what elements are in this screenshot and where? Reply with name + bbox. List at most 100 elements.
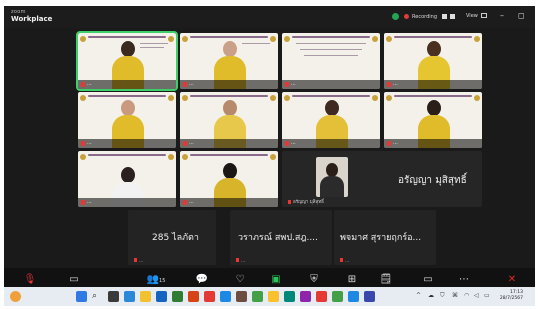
excel-icon[interactable] (172, 291, 183, 302)
line-icon[interactable] (332, 291, 343, 302)
word-icon[interactable] (156, 291, 167, 302)
participant-tile-featured[interactable]: อรัญญา มุสิสุทธิ์ อรัญญา มุสิสุทธิ์ (282, 151, 482, 207)
app-icon[interactable] (252, 291, 263, 302)
os-taskbar: ⌕ ^ ☁ ⛉ ⌘ ◠ ◁ ▭ 17:13 28/7/2567 (4, 287, 535, 306)
weather-icon[interactable] (10, 291, 21, 302)
windows-start-icon[interactable] (76, 291, 87, 302)
participant-name-bar: ... (78, 80, 176, 89)
video-tile[interactable]: ... (180, 33, 278, 89)
battery-icon[interactable]: ▭ (484, 292, 490, 299)
mic-muted-icon (81, 82, 85, 87)
speaker-icon[interactable]: ◁ (474, 292, 479, 299)
video-tile[interactable]: ... (78, 92, 176, 148)
system-clock[interactable]: 17:13 28/7/2567 (500, 290, 523, 302)
participant-name-bar: ... (180, 198, 278, 207)
video-tile[interactable]: ... (180, 92, 278, 148)
powerpoint-icon[interactable] (188, 291, 199, 302)
title-bar: zoom Workplace Recording View – ◻ (4, 6, 535, 28)
participant-name-bar: ... (282, 80, 380, 89)
app-icon[interactable] (316, 291, 327, 302)
mic-muted-icon: 🎙 (23, 274, 37, 285)
shield-icon: ⛨ (310, 274, 318, 285)
logo-icon (80, 95, 86, 101)
logo-icon (386, 36, 392, 42)
task-view-icon[interactable] (108, 291, 119, 302)
minimize-icon[interactable]: – (500, 11, 504, 20)
app-icon[interactable] (348, 291, 359, 302)
slide-line (296, 43, 366, 44)
mic-muted-icon (387, 141, 391, 146)
participant-tile[interactable]: 285 ไลภัตา ... (128, 210, 216, 265)
logo-icon (182, 36, 188, 42)
video-tile[interactable]: ... (384, 92, 482, 148)
network-icon[interactable]: ⌘ (452, 292, 458, 299)
participant-name-label: อรัญญา มุสิสุทธิ์ (288, 198, 324, 205)
video-tile[interactable]: ... (282, 33, 380, 89)
participant-name-label: ... (236, 257, 245, 263)
share-screen-icon: ▣ (271, 274, 281, 285)
participant-video-thumbnail (316, 157, 348, 197)
mic-muted-icon (285, 82, 289, 87)
participant-name: ... (87, 81, 92, 87)
logo-icon (168, 154, 174, 160)
edge-icon[interactable] (124, 291, 135, 302)
grid-view-icon[interactable] (481, 13, 487, 18)
mic-muted-icon (183, 141, 187, 146)
participant-tile[interactable]: พจมาศ สุรายฤกร์อ... ... (334, 210, 436, 265)
participant-tile[interactable]: วราภรณ์ สพป.สฎ.... ... (230, 210, 332, 265)
participant-name: ... (189, 81, 194, 87)
maximize-icon[interactable]: ◻ (518, 11, 525, 20)
logo-icon (270, 95, 276, 101)
view-button[interactable]: View (466, 13, 478, 19)
chrome-icon[interactable] (268, 291, 279, 302)
app-icon[interactable] (364, 291, 375, 302)
app-icon[interactable] (300, 291, 311, 302)
logo-icon (270, 154, 276, 160)
logo-icon (168, 36, 174, 42)
logo-icon (474, 95, 480, 101)
wifi-icon[interactable]: ◠ (464, 292, 469, 299)
shield-icon[interactable] (392, 13, 399, 20)
logo-icon (182, 154, 188, 160)
participant-display-name: อรัญญา มุสิสุทธิ์ (398, 175, 467, 186)
recording-label: Recording (412, 14, 438, 20)
video-tile[interactable]: ... (282, 92, 380, 148)
search-icon[interactable]: ⌕ (92, 291, 103, 302)
participant-display-name: 285 ไลภัตา (152, 233, 199, 243)
participant-name-bar: ... (180, 139, 278, 148)
app-icon[interactable] (284, 291, 295, 302)
participant-name: ... (87, 140, 92, 146)
cloud-icon[interactable]: ☁ (428, 292, 434, 299)
security-icon[interactable]: ⛉ (440, 292, 445, 300)
mic-muted-icon (81, 200, 85, 205)
slide-title (394, 95, 472, 97)
pause-recording-icon[interactable] (442, 14, 447, 19)
slide-title (88, 95, 166, 97)
recording-icon (404, 14, 409, 19)
logo-icon (270, 36, 276, 42)
participant-name-label: ... (134, 257, 143, 263)
zoom-icon[interactable] (220, 291, 231, 302)
whiteboard-icon: ▭ (423, 274, 433, 285)
participant-name-bar: ... (180, 80, 278, 89)
participant-name: ... (87, 199, 92, 205)
video-tile[interactable]: ... (78, 151, 176, 207)
chat-icon: 💬 (195, 274, 209, 285)
logo-icon (80, 154, 86, 160)
video-tile[interactable]: ... (384, 33, 482, 89)
video-tile[interactable]: ... (180, 151, 278, 207)
video-tile[interactable]: ... (76, 31, 178, 91)
app-icon[interactable] (204, 291, 215, 302)
slide-line (140, 43, 168, 44)
slide-line (300, 49, 362, 50)
stop-recording-icon[interactable] (450, 14, 455, 19)
slide-line (304, 55, 358, 56)
participant-name: ... (189, 199, 194, 205)
chevron-up-icon[interactable]: ^ (416, 292, 421, 299)
mic-muted-icon (285, 141, 289, 146)
participant-name-label: ... (340, 257, 349, 263)
app-icon[interactable] (236, 291, 247, 302)
folder-icon[interactable] (140, 291, 151, 302)
participant-name: ... (291, 81, 296, 87)
clock-date: 28/7/2567 (499, 296, 523, 301)
